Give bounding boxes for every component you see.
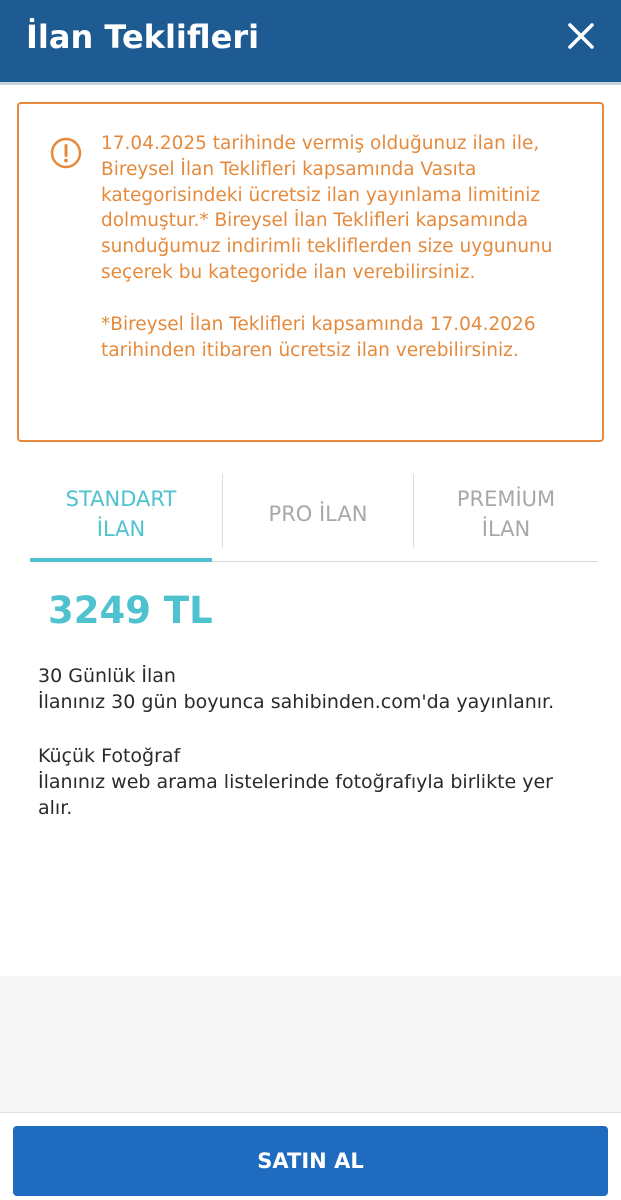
tab-label-line: İLAN — [481, 517, 531, 541]
warning-paragraph-2: *Bireysel İlan Teklifleri kapsamında 17.… — [101, 313, 536, 361]
feature-description: İlanınız web arama listelerinde fotoğraf… — [38, 771, 553, 819]
warning-paragraph-1: 17.04.2025 tarihinde vermiş olduğunuz il… — [101, 133, 553, 283]
package-tabs: STANDART İLAN PRO İLAN PREMİUM İLAN — [30, 472, 598, 562]
feature-title: Küçük Fotoğraf — [38, 745, 181, 767]
warning-message: 17.04.2025 tarihinde vermiş olduğunuz il… — [101, 131, 591, 363]
header-bar: İlan Teklifleri — [0, 0, 621, 85]
close-icon — [568, 23, 594, 49]
feature-item: 30 Günlük İlan İlanınız 30 gün boyunca s… — [38, 663, 588, 715]
feature-description: İlanınız 30 gün boyunca sahibinden.com'd… — [38, 691, 555, 713]
package-price: 3249 TL — [48, 589, 213, 632]
tab-standart-ilan[interactable]: STANDART İLAN — [30, 472, 212, 562]
bottom-spacer — [0, 976, 621, 1112]
page-title: İlan Teklifleri — [26, 18, 260, 56]
exclamation-circle-icon — [50, 137, 82, 169]
limit-warning-box: 17.04.2025 tarihinde vermiş olduğunuz il… — [17, 102, 604, 442]
close-button[interactable] — [563, 18, 599, 54]
tab-label-line: STANDART — [65, 487, 177, 511]
feature-title: 30 Günlük İlan — [38, 665, 176, 687]
bottom-action-bar: SATIN AL — [0, 1112, 621, 1200]
tab-pro-ilan[interactable]: PRO İLAN — [223, 472, 413, 562]
buy-button[interactable]: SATIN AL — [13, 1126, 608, 1196]
tab-label-line: PRO İLAN — [268, 502, 368, 526]
tab-premium-ilan[interactable]: PREMİUM İLAN — [414, 472, 598, 562]
active-tab-indicator — [30, 558, 212, 562]
feature-item: Küçük Fotoğraf İlanınız web arama listel… — [38, 743, 568, 821]
tab-label-line: İLAN — [96, 517, 146, 541]
tab-label-line: PREMİUM — [456, 487, 556, 511]
